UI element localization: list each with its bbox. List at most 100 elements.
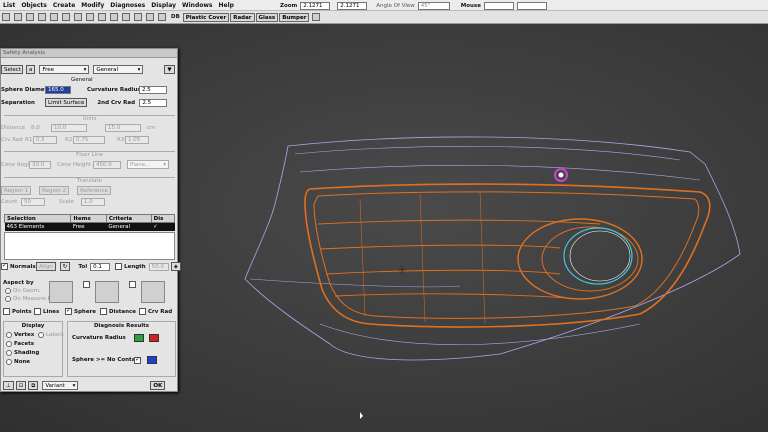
facets-radio[interactable] [6,341,12,347]
r3-input[interactable]: 1.05 [125,136,149,144]
tol-input[interactable]: 0.1 [90,262,111,271]
cell-dis[interactable]: ✓ [151,222,175,231]
variant-select[interactable]: Variant [42,381,79,390]
region-2-button[interactable]: Region 2 [39,186,70,195]
mode-select[interactable]: Free [39,65,90,74]
toolbar: DB Plastic Cover Radar Glass Bumper [0,11,768,24]
sphere-diameter-input[interactable]: 165.0 [45,86,71,94]
r1-input[interactable]: 0.5 [33,136,57,144]
mouse-field-1[interactable] [483,1,514,10]
aspect-checkbox-2[interactable] [83,281,90,288]
on-measure-radio[interactable] [5,296,11,302]
toolbar-icon-8[interactable] [86,13,94,21]
header-dis[interactable]: Dis [150,214,176,223]
blue-swatch[interactable] [147,356,157,364]
distance-label: Distance [1,125,26,131]
distance-3[interactable]: 15.0 [105,124,141,132]
menu-windows[interactable]: Windows [179,2,215,9]
zoom-x-field[interactable]: 2.1271 [300,1,331,10]
filter-icon[interactable]: ▼ [164,65,175,74]
toolbar-icon-14[interactable] [158,13,166,21]
align-button[interactable]: Align [36,262,56,271]
toolbar-icon-15[interactable] [312,13,321,21]
ok-button[interactable]: OK [150,381,166,390]
reference-button[interactable]: Reference [77,186,111,195]
points-checkbox[interactable] [3,308,10,315]
length-checkbox[interactable] [115,263,123,270]
scale-input[interactable]: 1.0 [81,198,105,206]
toolbar-icon-5[interactable] [50,13,58,21]
toolbar-icon-10[interactable] [110,13,118,21]
toolbar-icon-13[interactable] [146,13,154,21]
refresh-icon[interactable]: ↻ [59,262,71,271]
red-swatch[interactable] [149,334,159,342]
toolbar-icon-11[interactable] [122,13,130,21]
palette-icon[interactable]: ◈ [170,262,181,271]
r2-input[interactable]: 0.75 [73,136,105,144]
curvature-radius-input[interactable]: 2.5 [139,86,167,94]
tab-plastic-cover[interactable]: Plastic Cover [182,12,230,22]
aspect-icon-2[interactable] [95,281,119,303]
lines-label: Lines [43,308,60,315]
toolbar-icon-7[interactable] [74,13,82,21]
header-items[interactable]: Items [70,214,107,223]
crv-rad-checkbox[interactable] [139,308,146,315]
distance-2[interactable]: 10.0 [51,124,87,132]
tab-glass[interactable]: Glass [255,12,279,22]
footer-icon-3[interactable]: ⧉ [28,381,39,390]
select-button[interactable]: Select [1,65,23,74]
lines-checkbox[interactable] [34,308,41,315]
tab-bumper[interactable]: Bumper [279,12,310,22]
a-button[interactable]: a [26,65,36,74]
menu-modify[interactable]: Modify [78,2,107,9]
angle-field[interactable]: 45° [417,1,450,10]
green-swatch[interactable] [134,334,144,342]
footer-icon-2[interactable]: ⊡ [15,381,27,390]
distance-check-label: Distance [109,308,136,315]
toolbar-icon-3[interactable] [26,13,34,21]
length-input[interactable]: 50.0 [148,262,169,271]
vertex-radio[interactable] [6,332,12,338]
menu-objects[interactable]: Objects [18,2,50,9]
diag-sphere-checkbox[interactable] [134,356,141,364]
aspect-checkbox-3[interactable] [129,281,136,288]
menu-help[interactable]: Help [215,2,236,9]
none-radio[interactable] [6,359,12,365]
toolbar-icon-4[interactable] [38,13,46,21]
type-select[interactable]: General [93,65,144,74]
2nd-crv-rad-input[interactable]: 2.5 [139,98,168,107]
header-criteria[interactable]: Criteria [105,214,152,223]
cell-criteria: General [106,222,152,231]
header-selection[interactable]: Selection [3,214,72,223]
tab-radar[interactable]: Radar [230,12,255,22]
region-1-button[interactable]: Region 1 [1,186,32,195]
limit-surface-button[interactable]: Limit Surface [45,98,88,107]
normals-checkbox[interactable] [1,262,8,270]
zoom-y-field[interactable]: 2.1271 [337,1,368,10]
distance-checkbox[interactable] [100,308,107,315]
toolbar-icon-2[interactable] [14,13,22,21]
menu-diagnoses[interactable]: Diagnoses [107,2,148,9]
menu-create[interactable]: Create [50,2,78,9]
count-input[interactable]: 50 [21,198,45,206]
menu-display[interactable]: Display [148,2,179,9]
table-row[interactable]: 463 Elements Free General ✓ [4,222,175,231]
menu-list[interactable]: List [0,2,18,9]
aspect-icon-1[interactable] [49,281,73,303]
footer-icon-1[interactable]: ⊥ [3,381,14,390]
mouse-field-2[interactable] [516,1,547,10]
toolbar-icon-6[interactable] [62,13,70,21]
cone-height-input[interactable]: 450.0 [93,160,121,169]
diag-curvature-label: Curvature Radius [72,335,126,341]
sphere-checkbox[interactable] [65,307,72,315]
toolbar-icon-9[interactable] [98,13,106,21]
on-geom-radio[interactable] [5,288,11,294]
plane-select[interactable]: Plane... [127,160,169,169]
on-geom-label: On Geom. [13,288,41,294]
labels-radio[interactable] [38,332,44,338]
cone-angle-input[interactable]: 30.0 [29,160,51,169]
toolbar-icon-1[interactable] [2,13,10,21]
aspect-icon-3[interactable] [141,281,165,303]
shading-radio[interactable] [6,350,12,356]
toolbar-icon-12[interactable] [134,13,142,21]
